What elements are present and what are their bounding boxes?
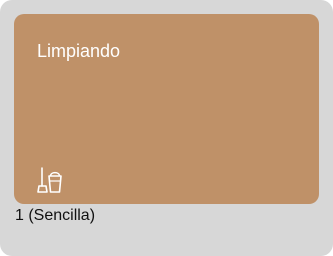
room-card[interactable]: Limpiando 1 (Sencilla) bbox=[0, 0, 333, 256]
status-label: Limpiando bbox=[37, 41, 121, 61]
status-tile-cleaning[interactable]: Limpiando bbox=[14, 14, 319, 204]
cleaning-icon bbox=[37, 166, 63, 194]
room-label: 1 (Sencilla) bbox=[15, 207, 96, 224]
